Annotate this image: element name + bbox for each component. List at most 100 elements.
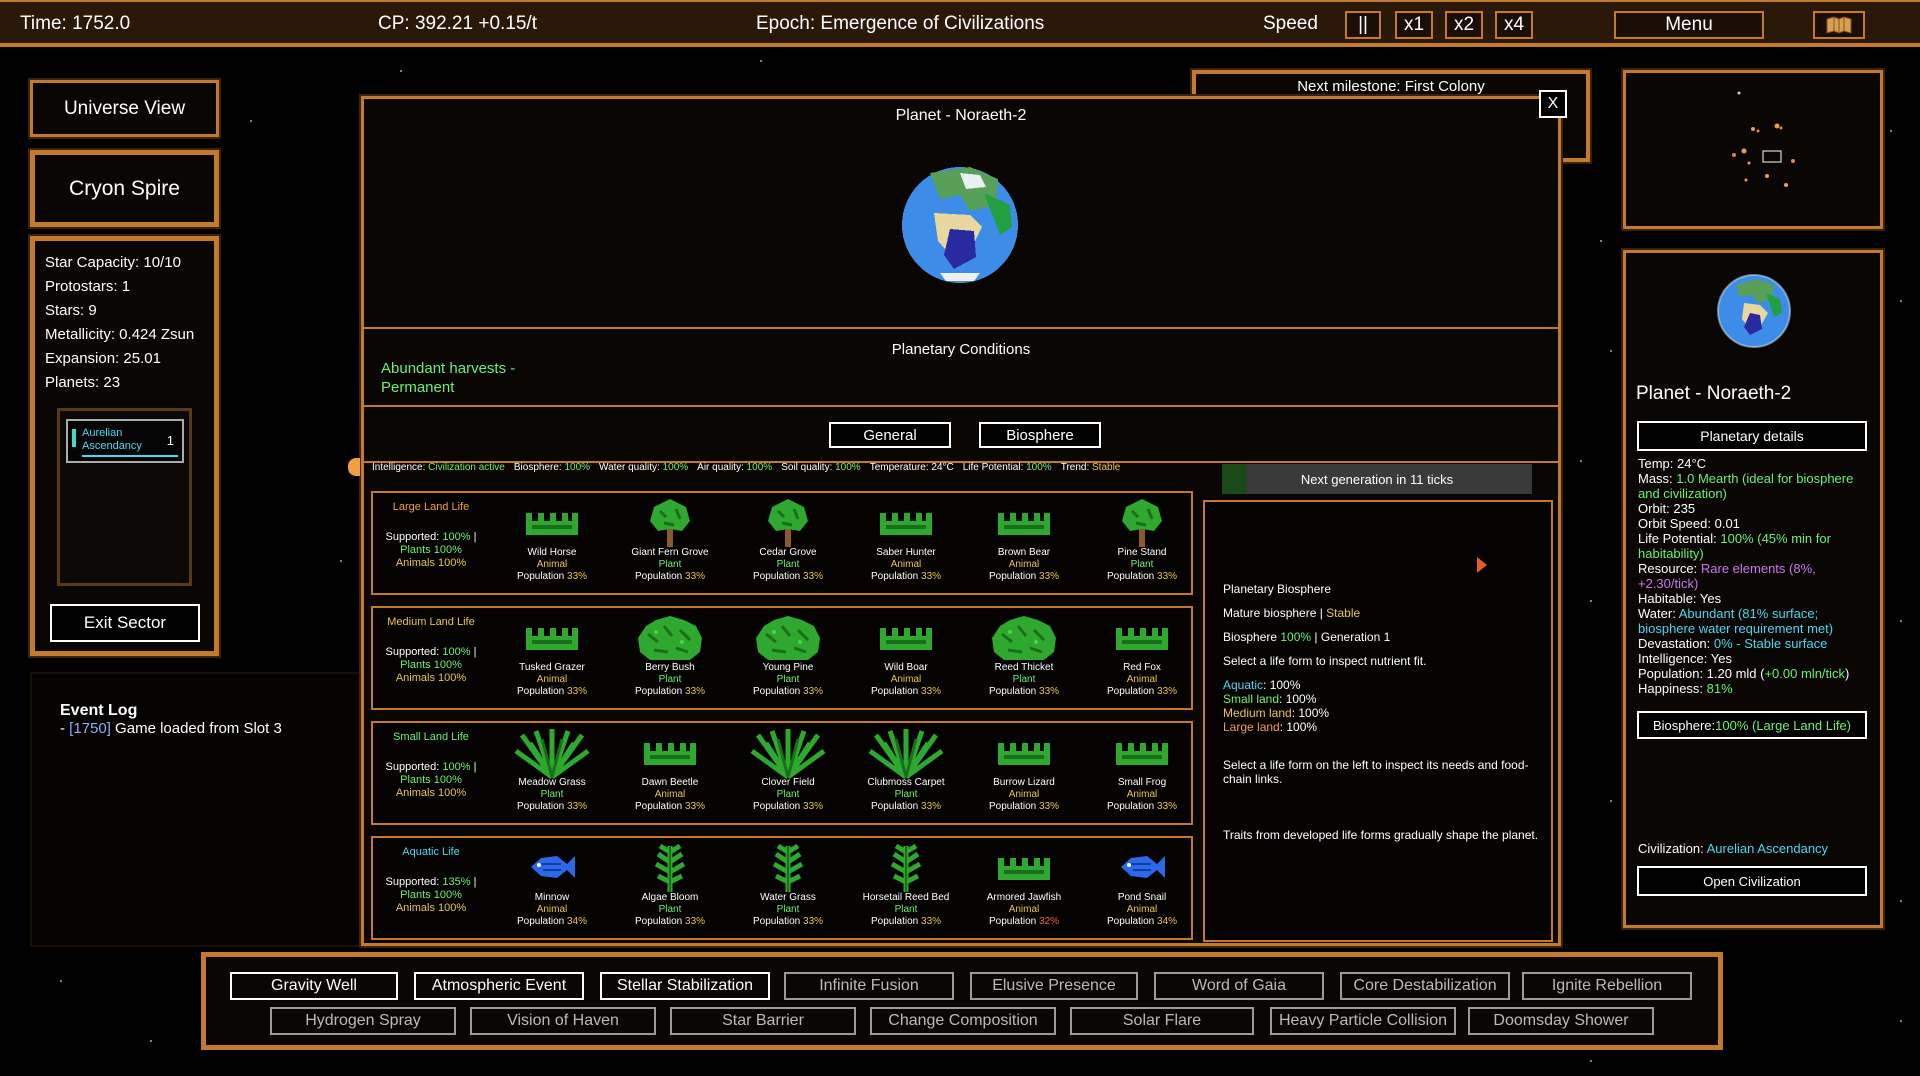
life-form[interactable]: Meadow Grass Plant Population 33% — [493, 723, 611, 823]
open-civilization-button[interactable]: Open Civilization — [1637, 866, 1867, 896]
speed-x2-button[interactable]: x2 — [1445, 11, 1483, 39]
power-stellar-stabilization[interactable]: Stellar Stabilization — [600, 972, 770, 1000]
exit-sector-button[interactable]: Exit Sector — [50, 604, 200, 642]
civ-progress-bar — [82, 455, 178, 457]
close-modal-button[interactable]: X — [1539, 90, 1567, 118]
map-button[interactable] — [1813, 11, 1865, 39]
sector-name: Cryon Spire — [69, 176, 180, 200]
life-form-name: Water Grass — [760, 892, 816, 903]
grass-icon — [524, 507, 580, 541]
speed-x4-button[interactable]: x4 — [1495, 11, 1533, 39]
power-atmospheric-event[interactable]: Atmospheric Event — [414, 972, 584, 1000]
power-star-barrier[interactable]: Star Barrier — [670, 1007, 856, 1035]
life-form[interactable]: Young Pine Plant Population 33% — [729, 608, 847, 708]
life-form[interactable]: Cedar Grove Plant Population 33% — [729, 493, 847, 593]
life-form[interactable]: Red Fox Animal Population 33% — [1083, 608, 1201, 708]
life-form[interactable]: Minnow Animal Population 34% — [493, 838, 611, 938]
life-form-type: Plant — [894, 904, 918, 915]
power-infinite-fusion[interactable]: Infinite Fusion — [784, 972, 954, 1000]
power-vision-of-haven[interactable]: Vision of Haven — [470, 1007, 656, 1035]
power-heavy-particle-collision[interactable]: Heavy Particle Collision — [1270, 1007, 1456, 1035]
close-icon: X — [1547, 95, 1559, 112]
life-form[interactable]: Burrow Lizard Animal Population 33% — [965, 723, 1083, 823]
life-form-type: Plant — [1012, 674, 1036, 685]
temp-line: Temp: 24°C — [1638, 456, 1707, 471]
life-form[interactable]: Water Grass Plant Population 33% — [729, 838, 847, 938]
row-support: Supported: 100% | Plants 100% Animals 100% — [385, 531, 477, 569]
power-hydrogen-spray[interactable]: Hydrogen Spray — [270, 1007, 456, 1035]
life-form[interactable]: Giant Fern Grove Plant Population 33% — [611, 493, 729, 593]
life-form[interactable]: Saber Hunter Animal Population 33% — [847, 493, 965, 593]
conditions-title: Planetary Conditions — [891, 341, 1031, 358]
sector-stat: Star Capacity: 10/10 — [45, 254, 181, 271]
speed-label: Speed — [1263, 13, 1318, 34]
power-core-destabilization[interactable]: Core Destabilization — [1340, 972, 1510, 1000]
life-form[interactable]: Clover Field Plant Population 33% — [729, 723, 847, 823]
grass-icon — [1114, 622, 1170, 656]
power-solar-flare[interactable]: Solar Flare — [1070, 1007, 1254, 1035]
life-form-name: Horsetail Reed Bed — [862, 892, 950, 903]
water-line: Water: Abundant (81% surface; biosphere … — [1638, 606, 1834, 636]
fern-icon — [866, 727, 946, 783]
life-form-name: Clubmoss Carpet — [867, 777, 945, 788]
life-form-population: Population 33% — [1106, 686, 1178, 697]
life-form[interactable]: Small Frog Animal Population 33% — [1083, 723, 1201, 823]
life-form[interactable]: Algae Bloom Plant Population 33% — [611, 838, 729, 938]
power-word-of-gaia[interactable]: Word of Gaia — [1154, 972, 1324, 1000]
sector-stat: Expansion: 25.01 — [45, 350, 161, 367]
epoch-readout: Epoch: Emergence of Civilizations — [756, 13, 1045, 34]
tab-general[interactable]: General — [829, 422, 951, 448]
life-form-name: Tusked Grazer — [519, 662, 585, 673]
pause-icon: || — [1358, 14, 1368, 35]
row-title: Large Land Life — [392, 501, 470, 513]
biosphere-summary-button[interactable]: Biosphere: 100% (Large Land Life) — [1637, 711, 1867, 739]
condition-text: Abundant harvests - Permanent — [381, 360, 516, 396]
life-form-type: Plant — [1130, 559, 1154, 570]
life-form[interactable]: Pine Stand Plant Population 33% — [1083, 493, 1201, 593]
power-gravity-well[interactable]: Gravity Well — [230, 972, 398, 1000]
life-form[interactable]: Dawn Beetle Animal Population 33% — [611, 723, 729, 823]
pause-button[interactable]: || — [1345, 11, 1381, 39]
life-form-type: Animal — [890, 559, 922, 570]
life-form[interactable]: Horsetail Reed Bed Plant Population 33% — [847, 838, 965, 938]
tree-icon — [646, 497, 694, 553]
life-form-population: Population 33% — [634, 801, 706, 812]
life-form[interactable]: Tusked Grazer Animal Population 33% — [493, 608, 611, 708]
planetary-details-button[interactable]: Planetary details — [1637, 421, 1867, 451]
life-form-population: Population 33% — [752, 686, 824, 697]
power-doomsday-shower[interactable]: Doomsday Shower — [1468, 1007, 1654, 1035]
life-form[interactable]: Pond Snail Animal Population 34% — [1083, 838, 1201, 938]
life-potential-line: Life Potential: 100% (45% min for habita… — [1638, 531, 1831, 561]
life-form[interactable]: Wild Boar Animal Population 33% — [847, 608, 965, 708]
fern-icon — [748, 727, 828, 783]
power-change-composition[interactable]: Change Composition — [870, 1007, 1056, 1035]
planetary-conditions: Planetary Conditions Abundant harvests -… — [364, 331, 1558, 407]
life-form[interactable]: Clubmoss Carpet Plant Population 33% — [847, 723, 965, 823]
life-form[interactable]: Reed Thicket Plant Population 33% — [965, 608, 1083, 708]
power-elusive-presence[interactable]: Elusive Presence — [970, 972, 1138, 1000]
status-item: Intelligence: Civilization active — [372, 462, 505, 473]
event-time: [1750] — [69, 720, 111, 737]
minimap[interactable] — [1621, 68, 1885, 231]
grass-icon — [996, 737, 1052, 771]
speed-x1-button[interactable]: x1 — [1395, 11, 1433, 39]
universe-view-button[interactable]: Universe View — [28, 78, 221, 139]
status-item: Air quality: 100% — [697, 462, 773, 473]
info-medium: Medium land: 100% — [1223, 706, 1330, 720]
resource-line: Resource: Rare elements (8%, +2.30/tick) — [1638, 561, 1816, 591]
life-form[interactable]: Brown Bear Animal Population 33% — [965, 493, 1083, 593]
life-form-population: Population 33% — [1106, 801, 1178, 812]
row-title: Small Land Life — [393, 731, 469, 743]
life-form[interactable]: Berry Bush Plant Population 33% — [611, 608, 729, 708]
life-form[interactable]: Armored Jawfish Animal Population 32% — [965, 838, 1083, 938]
civ-list-item[interactable]: Aurelian Ascendancy 1 — [66, 419, 184, 463]
info-biosphere: Biosphere 100% | Generation 1 — [1223, 630, 1391, 644]
minimap-canvas — [1732, 91, 1795, 187]
menu-button[interactable]: Menu — [1614, 11, 1764, 39]
tab-biosphere[interactable]: Biosphere — [979, 422, 1101, 448]
life-form-name: Wild Horse — [527, 547, 577, 558]
planet-edge-marker — [348, 458, 360, 476]
life-form-name: Meadow Grass — [518, 777, 586, 788]
life-form[interactable]: Wild Horse Animal Population 33% — [493, 493, 611, 593]
power-ignite-rebellion[interactable]: Ignite Rebellion — [1522, 972, 1692, 1000]
